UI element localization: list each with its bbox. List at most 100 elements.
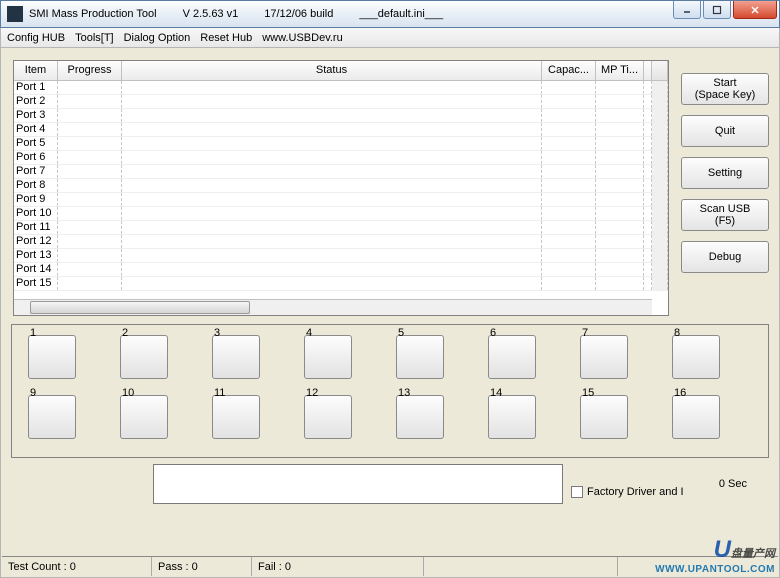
port-num: 6 (490, 327, 496, 339)
port-button-13[interactable] (396, 395, 444, 439)
port-num: 15 (582, 387, 594, 399)
port-button-8[interactable] (672, 335, 720, 379)
menu-tools[interactable]: Tools[T] (75, 32, 114, 44)
col-mptime[interactable]: MP Ti... (596, 61, 644, 80)
title-version: V 2.5.63 v1 (183, 8, 239, 20)
info-textbox[interactable] (153, 464, 563, 504)
port-button-16[interactable] (672, 395, 720, 439)
port-cell: 10 (120, 395, 178, 439)
scan-usb-button[interactable]: Scan USB (F5) (681, 199, 769, 231)
port-button-2[interactable] (120, 335, 168, 379)
cell-item: Port 7 (14, 165, 58, 178)
port-button-1[interactable] (28, 335, 76, 379)
status-right (618, 557, 778, 576)
table-row[interactable]: Port 12 (14, 235, 668, 249)
port-cell: 13 (396, 395, 454, 439)
port-cell: 5 (396, 335, 454, 379)
table-row[interactable]: Port 4 (14, 123, 668, 137)
table-row[interactable]: Port 8 (14, 179, 668, 193)
cell-item: Port 11 (14, 221, 58, 234)
minimize-button[interactable] (673, 1, 701, 19)
port-grid: 12345678 910111213141516 (11, 324, 769, 458)
status-test-count: Test Count : 0 (2, 557, 152, 576)
port-num: 10 (122, 387, 134, 399)
cell-item: Port 8 (14, 179, 58, 192)
port-button-10[interactable] (120, 395, 168, 439)
table-row[interactable]: Port 9 (14, 193, 668, 207)
table-row[interactable]: Port 3 (14, 109, 668, 123)
maximize-button[interactable] (703, 1, 731, 19)
port-button-15[interactable] (580, 395, 628, 439)
quit-button[interactable]: Quit (681, 115, 769, 147)
checkbox-icon[interactable] (571, 486, 583, 498)
cell-item: Port 15 (14, 277, 58, 290)
port-num: 4 (306, 327, 312, 339)
app-icon (7, 6, 23, 22)
port-row: 12345678 (18, 331, 762, 383)
top-area: Item Progress Status Capac... MP Ti... P… (7, 54, 773, 316)
cell-item: Port 3 (14, 109, 58, 122)
port-cell: 1 (28, 335, 86, 379)
port-button-9[interactable] (28, 395, 76, 439)
client-area: Item Progress Status Capac... MP Ti... P… (0, 48, 780, 578)
debug-button[interactable]: Debug (681, 241, 769, 273)
port-button-12[interactable] (304, 395, 352, 439)
cell-item: Port 9 (14, 193, 58, 206)
port-button-14[interactable] (488, 395, 536, 439)
menu-url[interactable]: www.USBDev.ru (262, 32, 342, 44)
port-num: 13 (398, 387, 410, 399)
table-row[interactable]: Port 13 (14, 249, 668, 263)
setting-button[interactable]: Setting (681, 157, 769, 189)
title-ini: ___default.ini___ (359, 8, 443, 20)
col-progress[interactable]: Progress (58, 61, 122, 80)
table-row[interactable]: Port 7 (14, 165, 668, 179)
col-item[interactable]: Item (14, 61, 58, 80)
port-cell: 6 (488, 335, 546, 379)
port-button-7[interactable] (580, 335, 628, 379)
table-row[interactable]: Port 6 (14, 151, 668, 165)
table-row[interactable]: Port 1 (14, 81, 668, 95)
start-button[interactable]: Start (Space Key) (681, 73, 769, 105)
factory-driver-check[interactable]: Factory Driver and I (571, 486, 684, 498)
table-rows: Port 1Port 2Port 3Port 4Port 5Port 6Port… (14, 81, 668, 303)
port-cell: 16 (672, 395, 730, 439)
port-cell: 15 (580, 395, 638, 439)
table-row[interactable]: Port 2 (14, 95, 668, 109)
table-row[interactable]: Port 10 (14, 207, 668, 221)
table-header: Item Progress Status Capac... MP Ti... (14, 61, 668, 81)
menu-config-hub[interactable]: Config HUB (7, 32, 65, 44)
port-button-11[interactable] (212, 395, 260, 439)
cell-item: Port 12 (14, 235, 58, 248)
statusbar: Test Count : 0 Pass : 0 Fail : 0 (2, 556, 778, 576)
close-button[interactable] (733, 1, 777, 19)
port-cell: 7 (580, 335, 638, 379)
cell-item: Port 13 (14, 249, 58, 262)
port-num: 9 (30, 387, 36, 399)
port-button-3[interactable] (212, 335, 260, 379)
cell-item: Port 6 (14, 151, 58, 164)
cell-item: Port 4 (14, 123, 58, 136)
port-button-4[interactable] (304, 335, 352, 379)
port-button-6[interactable] (488, 335, 536, 379)
vscroll-up[interactable] (652, 61, 668, 80)
port-num: 14 (490, 387, 502, 399)
col-status[interactable]: Status (122, 61, 542, 80)
title-app: SMI Mass Production Tool (29, 8, 157, 20)
port-num: 7 (582, 327, 588, 339)
hscrollbar[interactable] (14, 299, 652, 315)
table-row[interactable]: Port 5 (14, 137, 668, 151)
port-cell: 2 (120, 335, 178, 379)
menu-dialog-option[interactable]: Dialog Option (124, 32, 191, 44)
table-row[interactable]: Port 15 (14, 277, 668, 291)
port-cell: 9 (28, 395, 86, 439)
port-button-5[interactable] (396, 335, 444, 379)
table-row[interactable]: Port 11 (14, 221, 668, 235)
hscroll-thumb[interactable] (30, 301, 250, 314)
status-pass: Pass : 0 (152, 557, 252, 576)
menu-reset-hub[interactable]: Reset Hub (200, 32, 252, 44)
table-row[interactable]: Port 14 (14, 263, 668, 277)
col-capacity[interactable]: Capac... (542, 61, 596, 80)
cell-item: Port 2 (14, 95, 58, 108)
titlebar: SMI Mass Production Tool V 2.5.63 v1 17/… (0, 0, 780, 28)
port-num: 11 (214, 387, 225, 399)
